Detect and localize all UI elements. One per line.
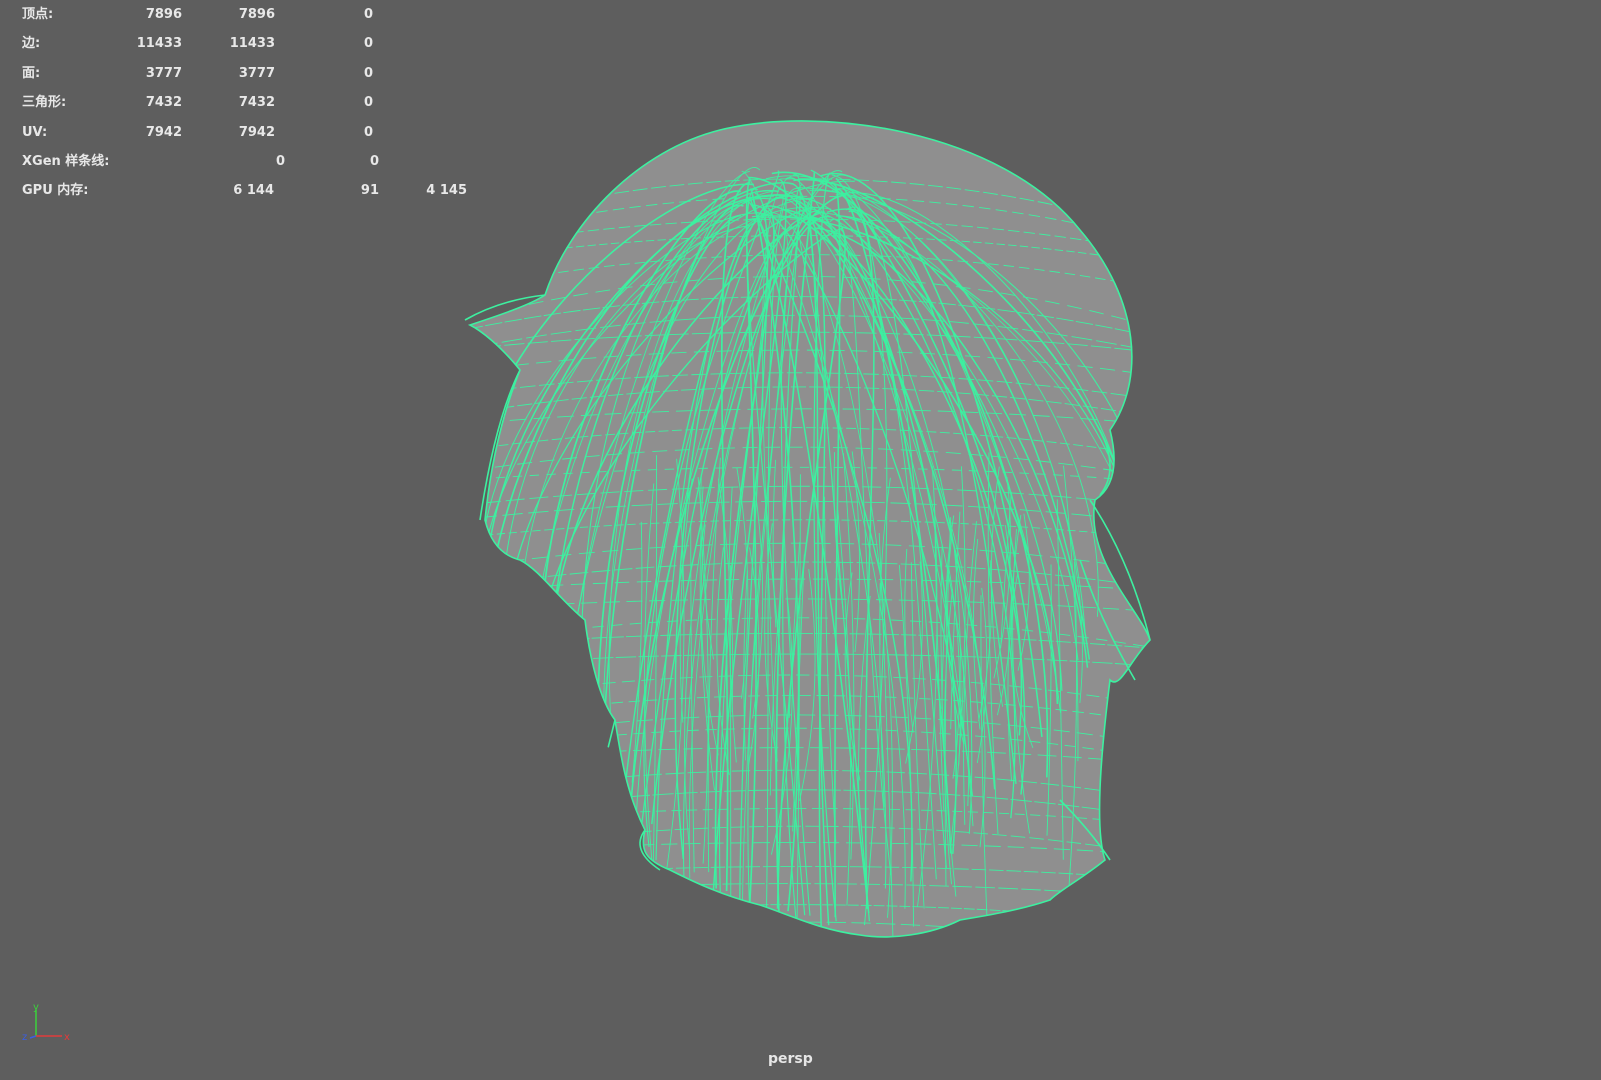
hair-flyaway-edge (607, 719, 616, 748)
axis-y-label: y (33, 1004, 39, 1013)
camera-name-label: persp (768, 1051, 813, 1067)
hair-edge-loop (470, 921, 1150, 937)
viewport-persp[interactable]: 顶点: 7896 7896 0 边: 11433 11433 0 面: 3777… (0, 0, 1601, 1080)
view-axis-gizmo: y x z (22, 1004, 70, 1043)
axis-z-line (29, 1035, 37, 1039)
axis-z-label: z (22, 1032, 27, 1043)
axis-x-label: x (64, 1032, 70, 1043)
hair-mesh-wireframe[interactable] (0, 0, 1601, 1080)
